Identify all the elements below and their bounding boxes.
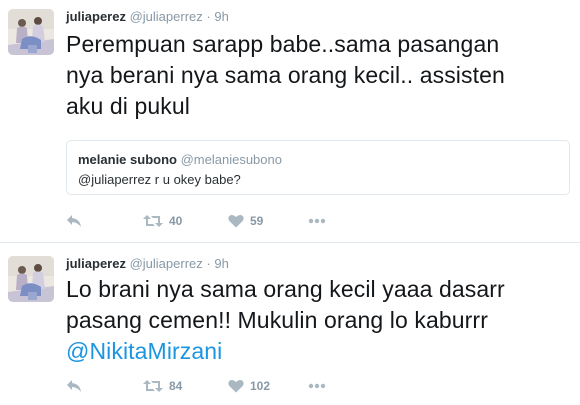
like-count: 59 [250, 214, 264, 228]
tweet[interactable]: juliaperez @juliaperrez · 9h Perempuan s… [0, 0, 580, 242]
tweet-text-line: Lo brani nya sama orang kecil yaaa dasar… [66, 276, 505, 302]
timestamp[interactable]: 9h [214, 256, 228, 271]
like-button[interactable]: 59 [228, 211, 263, 231]
like-button[interactable]: 102 [228, 376, 270, 396]
retweet-icon [143, 380, 163, 392]
quoted-tweet-header: melanie subono @melaniesubono [78, 152, 282, 167]
more-icon [308, 383, 326, 389]
tweet-text-line: aku di pukul [66, 93, 190, 119]
retweet-icon [143, 215, 163, 227]
tweet-text-line: nya berani nya sama orang kecil.. assist… [66, 62, 505, 88]
quoted-fullname: melanie subono [78, 152, 177, 167]
reply-button[interactable] [66, 211, 82, 231]
heart-icon [228, 379, 244, 393]
separator: · [206, 9, 211, 24]
separator: · [206, 256, 211, 271]
tweet-text: Lo brani nya sama orang kecil yaaa dasar… [66, 274, 571, 367]
reply-icon [67, 215, 81, 227]
quoted-tweet-text: @juliaperrez r u okey babe? [78, 172, 241, 187]
more-button[interactable] [308, 211, 326, 231]
fullname[interactable]: juliaperez [66, 256, 126, 271]
more-icon [308, 218, 326, 224]
quoted-username: @melaniesubono [180, 152, 282, 167]
reply-button[interactable] [66, 376, 82, 396]
avatar[interactable] [8, 9, 54, 55]
quoted-tweet[interactable]: melanie subono @melaniesubono @juliaperr… [66, 140, 570, 195]
avatar-image [8, 256, 54, 302]
username[interactable]: @juliaperrez [130, 9, 203, 24]
avatar-image [8, 9, 54, 55]
reply-icon [67, 380, 81, 392]
more-button[interactable] [308, 376, 326, 396]
retweet-button[interactable]: 84 [143, 376, 182, 396]
tweet[interactable]: juliaperez @juliaperrez · 9h Lo brani ny… [0, 242, 580, 405]
timestamp[interactable]: 9h [214, 9, 228, 24]
fullname[interactable]: juliaperez [66, 9, 126, 24]
username[interactable]: @juliaperrez [130, 256, 203, 271]
tweet-actions: 84 102 [66, 376, 366, 396]
tweet-text: Perempuan sarapp babe..sama pasangan nya… [66, 29, 571, 122]
tweet-actions: 40 59 [66, 211, 366, 231]
tweet-text-line: pasang cemen!! Mukulin orang lo kaburrr [66, 307, 488, 333]
retweet-count: 40 [169, 214, 183, 228]
heart-icon [228, 214, 244, 228]
avatar[interactable] [8, 256, 54, 302]
tweet-header: juliaperez @juliaperrez · 9h [66, 9, 229, 24]
retweet-count: 84 [169, 379, 183, 393]
mention-link[interactable]: @NikitaMirzani [66, 336, 571, 367]
retweet-button[interactable]: 40 [143, 211, 182, 231]
tweet-text-line: Perempuan sarapp babe..sama pasangan [66, 31, 500, 57]
like-count: 102 [250, 379, 271, 393]
tweet-header: juliaperez @juliaperrez · 9h [66, 256, 229, 271]
